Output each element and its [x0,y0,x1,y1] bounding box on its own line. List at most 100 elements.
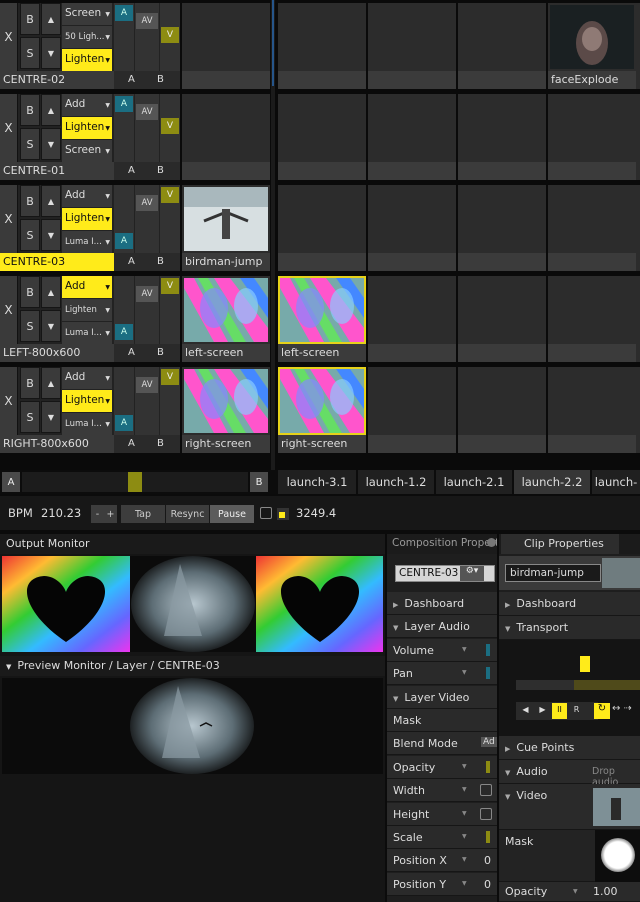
composition-row[interactable]: Scale ▼ [387,826,497,849]
pause-button[interactable]: Pause [210,505,254,523]
layer-solo-button[interactable]: S [20,310,40,342]
layer-clear-button[interactable]: X [0,94,18,162]
layer-bypass-button[interactable]: B [20,185,40,217]
clip-dashboard-section[interactable]: ▶ Dashboard [499,592,640,616]
composition-row[interactable]: Volume ▼ [387,638,497,662]
clip-name-field[interactable]: birdman-jump [505,564,601,582]
layer-down-icon[interactable]: ▼ [41,401,61,433]
clip-slot[interactable] [278,185,366,271]
clip-properties-tab[interactable]: Clip Properties [501,534,619,554]
clip-slot[interactable] [458,94,546,180]
blend-mode-option[interactable]: Add ▼ [62,367,112,389]
clip-slot[interactable]: birdman-jump [182,185,270,271]
crossfader-b-button[interactable]: B [250,472,268,492]
layer-solo-button[interactable]: S [20,128,40,160]
layer-a-label[interactable]: A [128,165,135,176]
clip-slot[interactable] [458,3,546,89]
bpm-minus-button[interactable]: - [91,505,104,523]
layer-up-icon[interactable]: ▲ [41,276,61,308]
clip-opacity-value[interactable]: 1.00 [593,885,618,898]
v-tag-button[interactable]: V [161,27,179,43]
metronome-checkbox[interactable] [260,507,272,519]
clip-slot[interactable]: right-screen [182,367,270,453]
layer-bypass-button[interactable]: B [20,3,40,35]
blend-mode-option[interactable]: Add ▼ [62,276,112,298]
deck-tab[interactable]: launch-2.2 [514,470,590,494]
av-tag-button[interactable]: AV [136,195,158,211]
a-tag-button[interactable]: A [115,96,133,112]
layer-clear-button[interactable]: X [0,367,18,435]
composition-row[interactable]: Mask [387,709,497,732]
composition-row-value[interactable]: 0 [484,878,491,891]
a-tag-button[interactable]: A [115,415,133,431]
composition-row[interactable]: Pan ▼ [387,662,497,686]
layer-bypass-button[interactable]: B [20,94,40,126]
clip-opacity-row[interactable]: Opacity ▼ 1.00 [499,882,640,902]
layer-select-dropdown[interactable]: CENTRE-03 ⚙▾ [395,565,495,582]
v-tag-button[interactable]: V [161,118,179,134]
layer-clear-button[interactable]: X [0,185,18,253]
layer-a-label[interactable]: A [128,256,135,267]
blend-mode-option[interactable]: Lighten ▼ [62,49,112,71]
layer-up-icon[interactable]: ▲ [41,3,61,35]
blend-mode-option[interactable]: Luma I... ▼ [62,231,112,253]
slider-indicator[interactable] [486,667,490,680]
clip-slot[interactable] [368,276,456,362]
layer-a-label[interactable]: A [128,347,135,358]
clip-slot[interactable] [458,185,546,271]
v-tag-button[interactable]: V [161,278,179,294]
composition-row[interactable]: ▼ Layer Video [387,685,497,709]
layer-clear-button[interactable]: X [0,276,18,344]
layer-up-icon[interactable]: ▲ [41,94,61,126]
crossfader-a-button[interactable]: A [2,472,20,492]
slider-indicator[interactable] [486,643,490,656]
clip-slot[interactable] [278,94,366,180]
layer-solo-button[interactable]: S [20,401,40,433]
layer-clear-button[interactable]: X [0,3,18,71]
layer-up-icon[interactable]: ▲ [41,367,61,399]
tap-button[interactable]: Tap [121,505,165,523]
layer-b-label[interactable]: B [157,256,164,267]
slider-indicator[interactable] [486,831,490,843]
bpm-plus-button[interactable]: + [104,505,117,523]
layer-solo-button[interactable]: S [20,37,40,69]
layer-down-icon[interactable]: ▼ [41,219,61,251]
composition-row[interactable]: Width ▼ [387,779,497,803]
composition-row[interactable]: Opacity ▼ [387,755,497,779]
clip-slot[interactable] [368,367,456,453]
av-tag-button[interactable]: AV [136,377,158,393]
v-tag-button[interactable]: V [161,369,179,385]
layer-name[interactable]: CENTRE-01 [0,162,114,180]
clip-slot[interactable]: left-screen [182,276,270,362]
clip-slot[interactable] [458,367,546,453]
layer-a-label[interactable]: A [128,438,135,449]
clip-slot[interactable]: right-screen [278,367,366,453]
transport-button[interactable]: R [569,703,584,719]
layer-down-icon[interactable]: ▼ [41,310,61,342]
layer-name[interactable]: CENTRE-02 [0,71,114,89]
clip-slot[interactable] [548,185,640,271]
layer-bypass-button[interactable]: B [20,367,40,399]
blend-mode-option[interactable]: Luma I... ▼ [62,322,112,344]
transport-button[interactable]: ▶ [535,703,550,719]
layer-bypass-button[interactable]: B [20,276,40,308]
clip-video-section[interactable]: ▼ Video [499,784,640,830]
play-mode-icon[interactable]: ↔ ⇢ [612,703,640,719]
layer-b-label[interactable]: B [157,347,164,358]
av-tag-button[interactable]: AV [136,13,158,29]
collapse-triangle-icon[interactable]: ▼ [6,663,11,671]
layer-b-label[interactable]: B [157,74,164,85]
deck-tab[interactable]: launch-1.2 [358,470,434,494]
blend-mode-option[interactable]: Screen ▼ [62,140,112,162]
av-tag-button[interactable]: AV [136,104,158,120]
composition-row[interactable]: Height ▼ [387,802,497,826]
cue-points-section[interactable]: ▶ Cue Points [499,736,640,760]
clip-slot[interactable] [368,94,456,180]
composition-row[interactable]: ▼ Layer Audio [387,615,497,639]
deck-tab[interactable]: launch-3.1 [278,470,356,494]
bpm-value[interactable]: 210.23 [41,506,81,520]
layer-b-label[interactable]: B [157,165,164,176]
clip-slot[interactable] [548,276,640,362]
transport-button[interactable]: ◀ [518,703,533,719]
clip-slot[interactable] [458,276,546,362]
